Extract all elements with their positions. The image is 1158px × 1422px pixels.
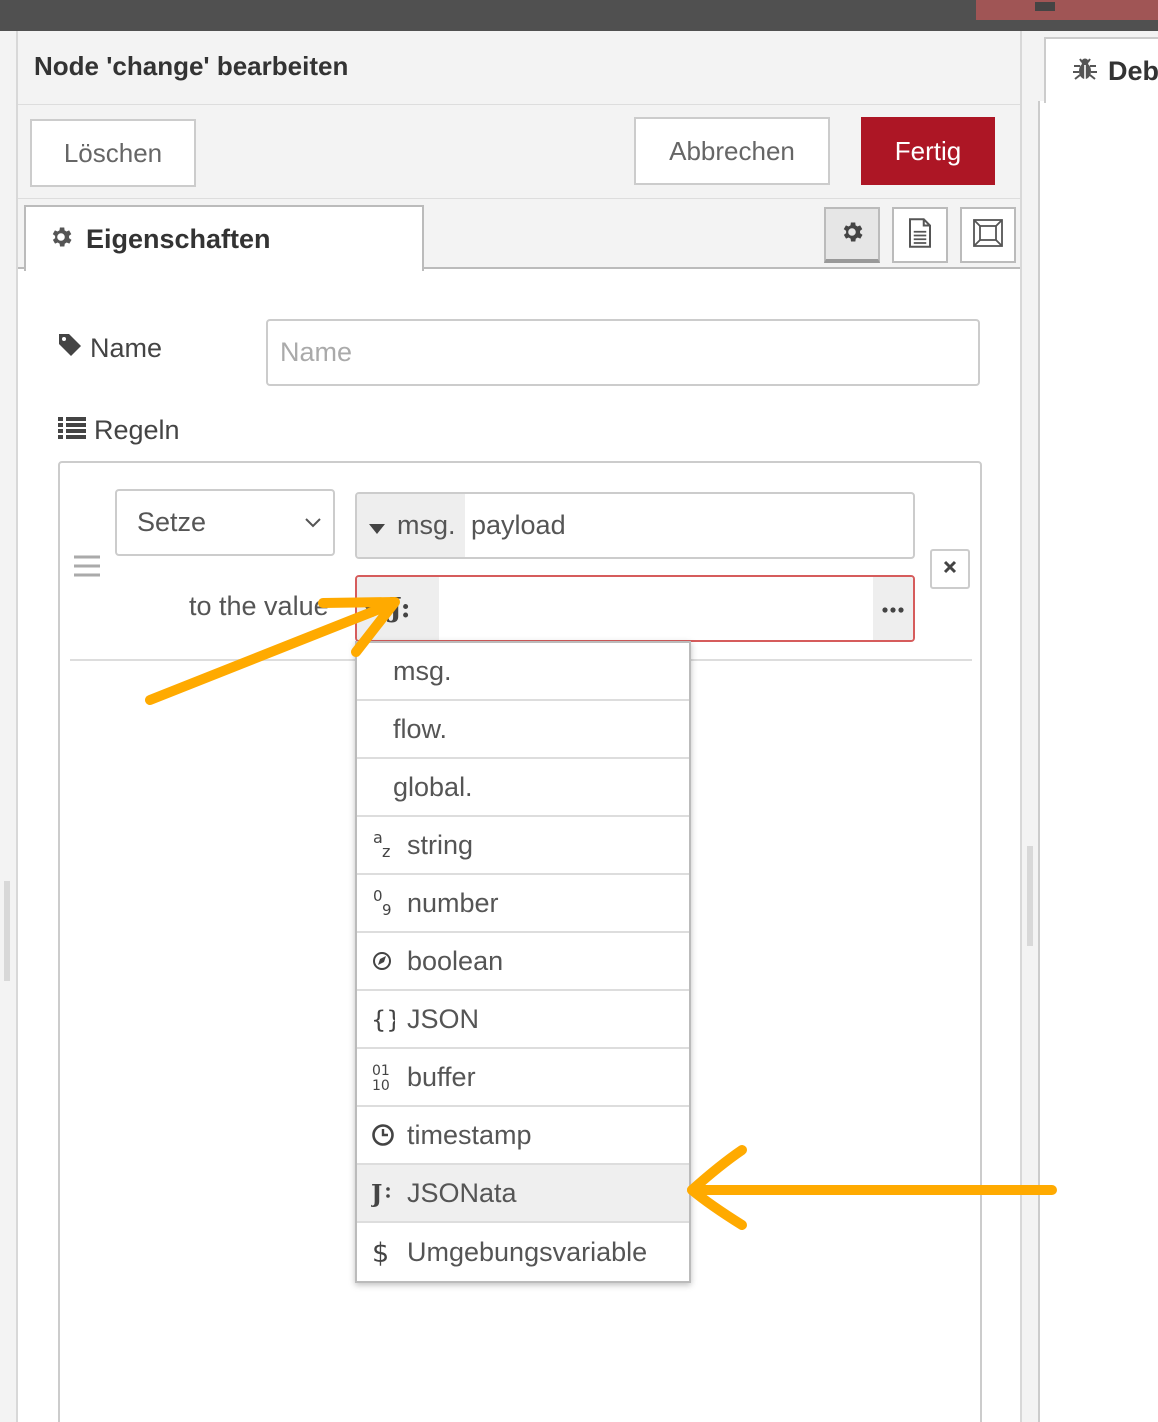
bug-icon — [1072, 56, 1098, 87]
done-button[interactable]: Fertig — [861, 117, 995, 185]
name-input[interactable] — [268, 321, 978, 384]
type-menu: msg. flow. global. az string 09 number b… — [355, 641, 691, 1283]
svg-text:10: 10 — [372, 1078, 390, 1093]
top-bar-accent — [976, 0, 1158, 20]
name-label-text: Name — [90, 333, 163, 363]
tray-toolbar: Löschen Abbrechen Fertig — [18, 105, 1020, 199]
tab-properties[interactable]: Eigenschaften — [24, 205, 424, 271]
menu-item-jsonata[interactable]: J JSONata — [357, 1165, 689, 1223]
svg-text:J: J — [371, 1179, 382, 1208]
svg-text:z: z — [382, 842, 390, 860]
property-type-button[interactable]: msg. — [357, 494, 465, 557]
list-icon — [58, 415, 86, 446]
chevron-down-icon — [303, 509, 323, 542]
settings-tab-button[interactable] — [824, 207, 880, 263]
menu-item-label: buffer — [407, 1061, 476, 1092]
window-control[interactable] — [1035, 2, 1055, 11]
menu-item-string[interactable]: az string — [357, 817, 689, 875]
remove-rule-button[interactable] — [930, 549, 970, 589]
tag-icon — [58, 333, 82, 364]
tray-header: Node 'change' bearbeiten — [18, 31, 1020, 105]
cancel-button[interactable]: Abbrechen — [634, 117, 830, 185]
svg-text:9: 9 — [382, 901, 392, 918]
svg-text:{}: {} — [371, 1006, 395, 1034]
dollar-icon: $ — [371, 1237, 407, 1267]
rule-action-select[interactable]: Setze — [115, 489, 335, 556]
drag-handle-icon[interactable] — [74, 555, 100, 582]
resize-grip[interactable] — [1027, 846, 1033, 946]
menu-item-label: msg. — [393, 655, 452, 686]
frame-icon — [972, 218, 1004, 253]
property-prefix: msg. — [397, 510, 456, 540]
menu-item-json[interactable]: {} JSON — [357, 991, 689, 1049]
value-type-button[interactable]: J: — [357, 577, 439, 640]
menu-item-timestamp[interactable]: timestamp — [357, 1107, 689, 1165]
workspace-edge — [0, 31, 16, 1422]
jsonata-icon: J: — [389, 593, 411, 624]
menu-item-global[interactable]: global. — [357, 759, 689, 817]
tab-bar: Eigenschaften — [18, 199, 1020, 271]
expand-editor-button[interactable] — [873, 577, 913, 640]
property-value[interactable]: payload — [471, 510, 566, 541]
menu-item-msg[interactable]: msg. — [357, 643, 689, 701]
menu-item-boolean[interactable]: boolean — [357, 933, 689, 991]
svg-text:$: $ — [372, 1238, 389, 1267]
menu-item-label: string — [407, 829, 474, 860]
menu-item-label: Umgebungsvariable — [407, 1236, 648, 1267]
braces-icon: {} — [371, 1004, 407, 1034]
tab-debug[interactable]: Deb — [1044, 37, 1158, 103]
name-input-box[interactable] — [266, 319, 980, 386]
menu-item-flow[interactable]: flow. — [357, 701, 689, 759]
document-icon — [907, 217, 933, 253]
description-tab-button[interactable] — [892, 207, 948, 263]
menu-item-label: JSONata — [407, 1177, 517, 1208]
menu-item-label: timestamp — [407, 1119, 532, 1150]
to-value-label: to the value — [189, 591, 329, 621]
ellipsis-icon — [882, 600, 904, 618]
boolean-icon — [371, 950, 407, 972]
az-icon: az — [371, 830, 407, 860]
gear-icon — [839, 219, 865, 250]
menu-item-label: JSON — [407, 1003, 480, 1034]
rules-label: Regeln — [58, 415, 180, 446]
menu-item-label: flow. — [393, 713, 448, 744]
menu-item-label: number — [407, 887, 499, 918]
menu-item-label: global. — [393, 771, 473, 802]
rule-property-input[interactable]: msg. payload — [355, 492, 915, 559]
rules-label-text: Regeln — [94, 415, 180, 445]
appearance-tab-button[interactable] — [960, 207, 1016, 263]
gear-icon — [48, 224, 74, 255]
binary-icon: 01 10 — [371, 1061, 407, 1093]
tab-debug-label: Deb — [1108, 55, 1158, 86]
delete-button[interactable]: Löschen — [30, 119, 196, 187]
menu-item-number[interactable]: 09 number — [357, 875, 689, 933]
menu-item-label: boolean — [407, 945, 504, 976]
sidebar: Deb — [1022, 31, 1158, 1422]
caret-down-icon — [365, 593, 381, 624]
resize-grip[interactable] — [4, 881, 10, 981]
close-icon — [943, 560, 957, 579]
menu-item-buffer[interactable]: 01 10 buffer — [357, 1049, 689, 1107]
caret-down-icon — [369, 510, 385, 541]
sidebar-panel — [1038, 101, 1158, 1422]
clock-icon — [371, 1123, 407, 1147]
tab-properties-label: Eigenschaften — [86, 223, 271, 254]
rule-value-input[interactable]: J: — [355, 575, 915, 642]
menu-item-env[interactable]: $ Umgebungsvariable — [357, 1223, 689, 1281]
tray-title: Node 'change' bearbeiten — [34, 51, 349, 81]
name-label: Name — [58, 333, 162, 364]
top-bar — [0, 0, 1158, 31]
09-icon: 09 — [371, 888, 407, 918]
jsonata-icon: J — [371, 1178, 407, 1208]
svg-text:01: 01 — [372, 1063, 390, 1079]
rule-action-value: Setze — [137, 507, 207, 537]
